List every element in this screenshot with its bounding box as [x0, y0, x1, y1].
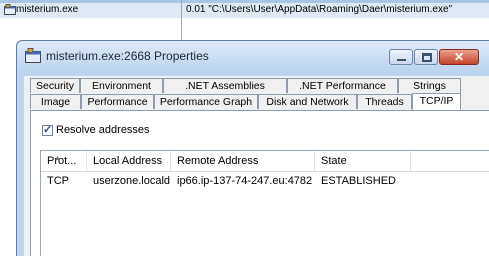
tab-net-assemblies[interactable]: .NET Assemblies	[163, 78, 287, 93]
close-button[interactable]: ✕	[439, 49, 479, 65]
process-command-line: 0.01 "C:\Users\User\AppData\Roaming\Daer…	[186, 4, 453, 15]
title-bar[interactable]: misterium.exe:2668 Properties ✕	[17, 41, 489, 71]
table-row[interactable]: TCP userzone.locald... ip66.ip-137-74-24…	[41, 173, 489, 189]
process-icon	[25, 48, 41, 63]
tab-image[interactable]: Image	[30, 94, 81, 109]
column-header-remote-address[interactable]: Remote Address	[171, 151, 315, 171]
minimize-button[interactable]	[389, 49, 413, 65]
maximize-icon	[422, 53, 432, 62]
maximize-button[interactable]	[414, 49, 438, 65]
list-header: ▲ Prot... Local Address Remote Address S…	[41, 151, 489, 172]
tab-disk-and-network[interactable]: Disk and Network	[258, 94, 357, 109]
tab-tcp-ip[interactable]: TCP/IP	[412, 93, 461, 110]
cell-remote-address: ip66.ip-137-74-247.eu:4782	[177, 175, 313, 187]
tab-threads[interactable]: Threads	[357, 94, 412, 109]
process-icon	[4, 4, 16, 15]
column-header-protocol-label: Prot...	[47, 155, 77, 167]
process-list-background: misterium.exe 0.01 "C:\Users\User\AppDat…	[0, 0, 489, 20]
process-row[interactable]: misterium.exe 0.01 "C:\Users\User\AppDat…	[0, 3, 489, 18]
cell-protocol: TCP	[47, 175, 69, 187]
sort-ascending-icon: ▲	[54, 155, 61, 162]
checkmark-icon: ✓	[43, 124, 53, 136]
column-header-protocol[interactable]: ▲ Prot...	[41, 151, 87, 171]
tab-security[interactable]: Security	[30, 78, 80, 93]
connections-list[interactable]: ▲ Prot... Local Address Remote Address S…	[40, 150, 489, 256]
minimize-icon	[397, 59, 406, 61]
column-divider	[181, 0, 182, 40]
tab-performance-graph[interactable]: Performance Graph	[154, 94, 258, 109]
column-header-local-address[interactable]: Local Address	[87, 151, 171, 171]
window-title: misterium.exe:2668 Properties	[46, 49, 209, 63]
tab-environment[interactable]: Environment	[80, 78, 163, 93]
tab-net-performance[interactable]: .NET Performance	[287, 78, 398, 93]
cell-local-address: userzone.locald...	[93, 175, 171, 187]
tab-strings[interactable]: Strings	[398, 78, 461, 93]
cell-state: ESTABLISHED	[321, 175, 396, 187]
tab-performance[interactable]: Performance	[81, 94, 154, 109]
close-icon: ✕	[453, 50, 465, 64]
process-name: misterium.exe	[16, 4, 79, 15]
resolve-addresses-checkbox[interactable]: ✓	[42, 124, 53, 136]
column-header-state[interactable]: State	[315, 151, 411, 171]
resolve-addresses-label[interactable]: Resolve addresses	[56, 124, 150, 136]
